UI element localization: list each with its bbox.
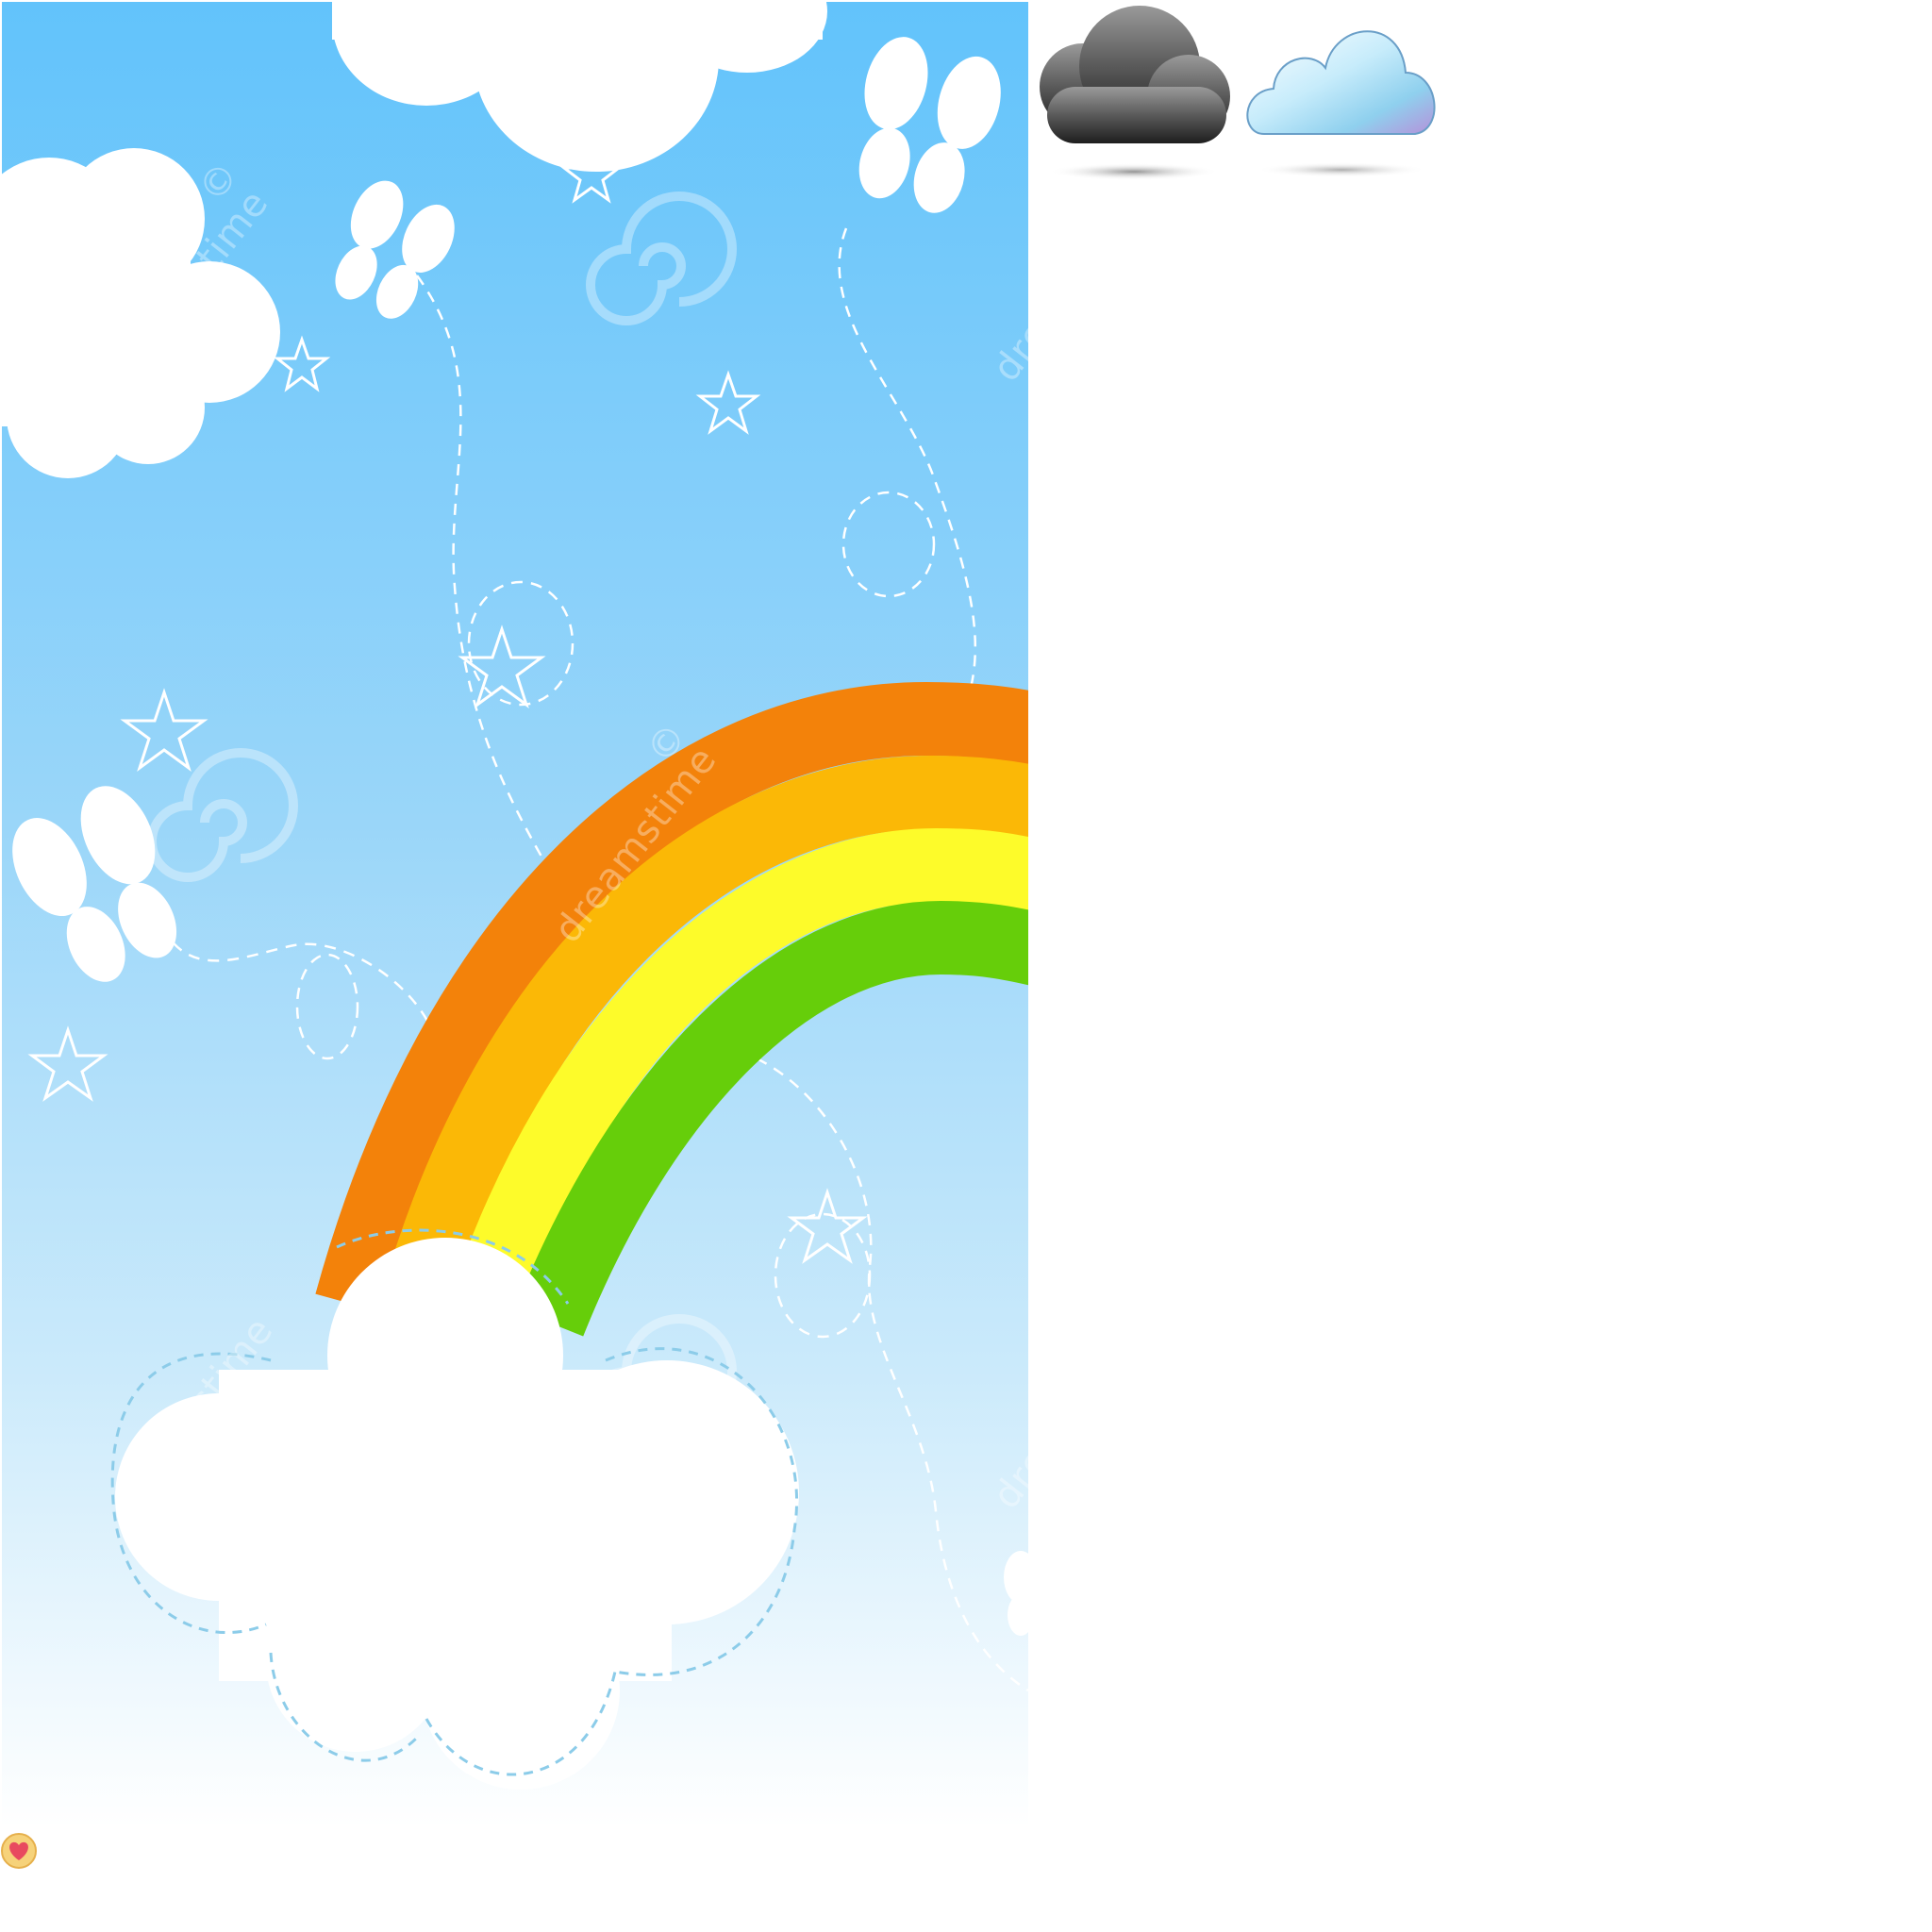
sky-cloud-icon[interactable]: [1236, 2, 1445, 181]
heart-badge-icon[interactable]: [0, 1832, 38, 1870]
rainbow-sky-image: dreamstime dreamstime dreamstime © © dre…: [2, 2, 1028, 1827]
storm-cloud-icon[interactable]: [1028, 2, 1236, 181]
